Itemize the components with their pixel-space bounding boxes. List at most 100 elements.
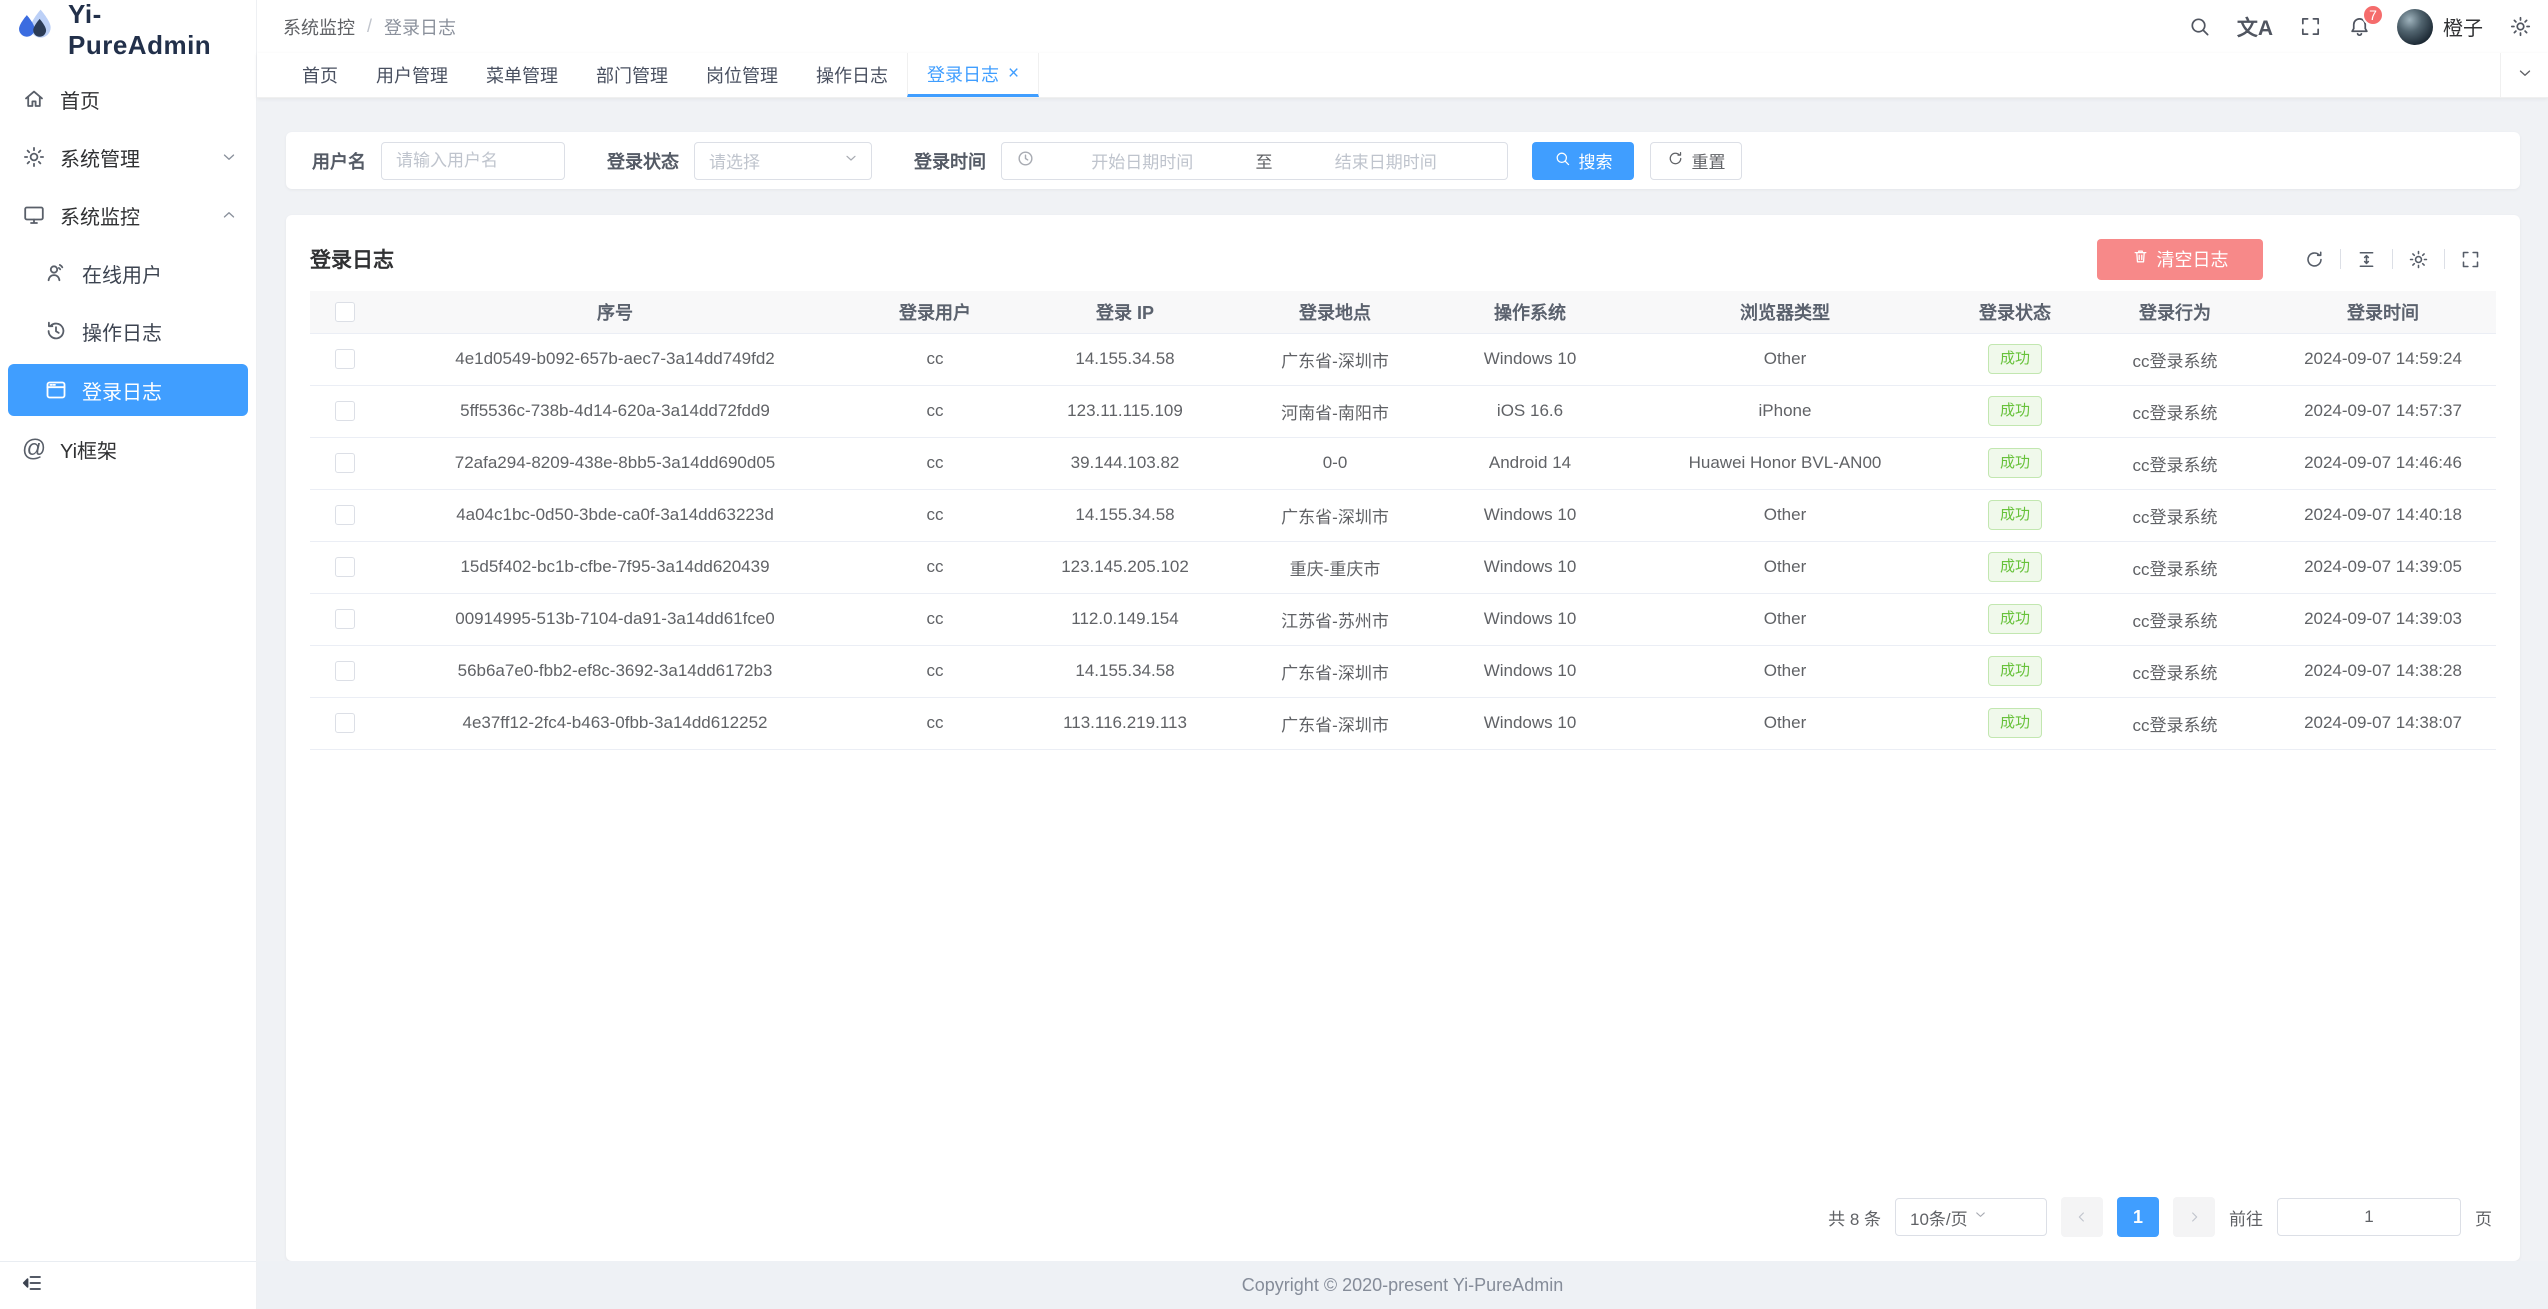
table-row[interactable]: 56b6a7e0-fbb2-ef8c-3692-3a14dd6172b3 cc … bbox=[310, 645, 2496, 697]
chevron-up-icon bbox=[220, 206, 238, 224]
cell-browser: Other bbox=[1620, 645, 1950, 697]
cell-id: 15d5f402-bc1b-cfbe-7f95-3a14dd620439 bbox=[380, 541, 850, 593]
page-size-select[interactable]: 10条/页 bbox=[1895, 1198, 2047, 1236]
sidebar-item-yi-framework[interactable]: @ Yi框架 bbox=[0, 420, 256, 478]
status-badge: 成功 bbox=[1988, 656, 2042, 686]
tab-login-log[interactable]: 登录日志 × bbox=[907, 53, 1039, 97]
username-input[interactable] bbox=[381, 142, 565, 180]
sidebar-item-online-users[interactable]: 在线用户 bbox=[0, 244, 256, 302]
row-checkbox[interactable] bbox=[335, 505, 355, 525]
status-badge: 成功 bbox=[1988, 344, 2042, 374]
sidebar-item-label: 系统监控 bbox=[60, 201, 206, 230]
cell-behavior: cc登录系统 bbox=[2080, 593, 2270, 645]
username-label: 用户名 bbox=[312, 148, 366, 174]
cell-browser: Other bbox=[1620, 593, 1950, 645]
cell-id: 4e37ff12-2fc4-b463-0fbb-3a14dd612252 bbox=[380, 697, 850, 749]
chevron-down-icon bbox=[2516, 64, 2534, 87]
notification-bell-icon[interactable]: 7 bbox=[2348, 15, 2371, 38]
cell-user: cc bbox=[850, 593, 1020, 645]
search-button[interactable]: 搜索 bbox=[1532, 142, 1634, 180]
window-icon bbox=[44, 378, 68, 402]
card-header: 登录日志 清空日志 bbox=[310, 235, 2496, 283]
clock-icon bbox=[1016, 149, 1035, 173]
select-placeholder: 请选择 bbox=[709, 148, 843, 173]
table-row[interactable]: 5ff5536c-738b-4d14-620a-3a14dd72fdd9 cc … bbox=[310, 385, 2496, 437]
row-checkbox[interactable] bbox=[335, 401, 355, 421]
translate-icon[interactable]: 文A bbox=[2237, 12, 2273, 42]
cell-location: 河南省-南阳市 bbox=[1230, 385, 1440, 437]
at-icon: @ bbox=[22, 437, 46, 461]
table-row[interactable]: 00914995-513b-7104-da91-3a14dd61fce0 cc … bbox=[310, 593, 2496, 645]
row-checkbox[interactable] bbox=[335, 453, 355, 473]
reset-button[interactable]: 重置 bbox=[1650, 142, 1742, 180]
refresh-table-icon[interactable] bbox=[2289, 249, 2340, 270]
tab-post-management[interactable]: 岗位管理 bbox=[687, 53, 797, 97]
cell-behavior: cc登录系统 bbox=[2080, 333, 2270, 385]
login-time-label: 登录时间 bbox=[914, 148, 986, 174]
page-number-button[interactable]: 1 bbox=[2117, 1197, 2159, 1237]
app-logo[interactable]: Yi-PureAdmin bbox=[0, 0, 256, 60]
tab-dept-management[interactable]: 部门管理 bbox=[577, 53, 687, 97]
tab-operation-log[interactable]: 操作日志 bbox=[797, 53, 907, 97]
close-icon[interactable]: × bbox=[1008, 63, 1019, 85]
table-row[interactable]: 4a04c1bc-0d50-3bde-ca0f-3a14dd63223d cc … bbox=[310, 489, 2496, 541]
settings-gear-icon[interactable] bbox=[2509, 15, 2532, 38]
breadcrumb-item[interactable]: 系统监控 bbox=[283, 14, 355, 40]
end-date-input[interactable]: 结束日期时间 bbox=[1279, 148, 1494, 173]
start-date-input[interactable]: 开始日期时间 bbox=[1035, 148, 1250, 173]
cell-status: 成功 bbox=[1950, 437, 2080, 489]
login-status-select[interactable]: 请选择 bbox=[694, 142, 872, 180]
cell-status: 成功 bbox=[1950, 385, 2080, 437]
table-row[interactable]: 4e1d0549-b092-657b-aec7-3a14dd749fd2 cc … bbox=[310, 333, 2496, 385]
clear-log-button[interactable]: 清空日志 bbox=[2097, 239, 2263, 280]
row-density-icon[interactable] bbox=[2341, 249, 2392, 270]
row-checkbox[interactable] bbox=[335, 557, 355, 577]
select-all-checkbox[interactable] bbox=[335, 302, 355, 322]
row-checkbox[interactable] bbox=[335, 661, 355, 681]
column-settings-icon[interactable] bbox=[2393, 249, 2444, 270]
column-header-os: 操作系统 bbox=[1440, 291, 1620, 333]
tab-menu-dropdown[interactable] bbox=[2500, 53, 2548, 97]
row-checkbox[interactable] bbox=[335, 713, 355, 733]
row-checkbox[interactable] bbox=[335, 609, 355, 629]
sidebar-item-login-log[interactable]: 登录日志 bbox=[8, 364, 248, 416]
cell-location: 广东省-深圳市 bbox=[1230, 697, 1440, 749]
page-content: 用户名 登录状态 请选择 登录时间 bbox=[257, 98, 2548, 1261]
search-icon[interactable] bbox=[2188, 15, 2211, 38]
cell-behavior: cc登录系统 bbox=[2080, 489, 2270, 541]
tab-label: 登录日志 bbox=[927, 61, 999, 87]
table-fullscreen-icon[interactable] bbox=[2445, 249, 2496, 270]
table-row[interactable]: 4e37ff12-2fc4-b463-0fbb-3a14dd612252 cc … bbox=[310, 697, 2496, 749]
fullscreen-icon[interactable] bbox=[2299, 15, 2322, 38]
search-icon bbox=[1554, 150, 1571, 172]
goto-page-input[interactable] bbox=[2277, 1198, 2461, 1236]
sidebar-item-home[interactable]: 首页 bbox=[0, 70, 256, 128]
user-menu[interactable]: 橙子 bbox=[2397, 9, 2483, 45]
cell-id: 56b6a7e0-fbb2-ef8c-3692-3a14dd6172b3 bbox=[380, 645, 850, 697]
cell-location: 广东省-深圳市 bbox=[1230, 333, 1440, 385]
sidebar-item-system-monitor[interactable]: 系统监控 bbox=[0, 186, 256, 244]
sidebar-item-system-management[interactable]: 系统管理 bbox=[0, 128, 256, 186]
tab-menu-management[interactable]: 菜单管理 bbox=[467, 53, 577, 97]
row-checkbox[interactable] bbox=[335, 349, 355, 369]
sidebar-menu: 首页 系统管理 系统监控 bbox=[0, 60, 256, 1261]
status-badge: 成功 bbox=[1988, 552, 2042, 582]
cell-ip: 39.144.103.82 bbox=[1020, 437, 1230, 489]
page-size-value: 10条/页 bbox=[1910, 1205, 1973, 1230]
collapse-sidebar-icon[interactable] bbox=[20, 1271, 44, 1300]
table-toolbar: 清空日志 bbox=[2097, 239, 2496, 280]
date-range-picker[interactable]: 开始日期时间 至 结束日期时间 bbox=[1001, 142, 1508, 180]
table-row[interactable]: 15d5f402-bc1b-cfbe-7f95-3a14dd620439 cc … bbox=[310, 541, 2496, 593]
column-header-ip: 登录 IP bbox=[1020, 291, 1230, 333]
cell-ip: 113.116.219.113 bbox=[1020, 697, 1230, 749]
sidebar-item-operation-log[interactable]: 操作日志 bbox=[0, 302, 256, 360]
prev-page-button[interactable] bbox=[2061, 1197, 2103, 1237]
tab-home[interactable]: 首页 bbox=[283, 53, 357, 97]
table-row[interactable]: 72afa294-8209-438e-8bb5-3a14dd690d05 cc … bbox=[310, 437, 2496, 489]
cell-status: 成功 bbox=[1950, 593, 2080, 645]
cell-time: 2024-09-07 14:39:05 bbox=[2270, 541, 2496, 593]
cell-location: 江苏省-苏州市 bbox=[1230, 593, 1440, 645]
next-page-button[interactable] bbox=[2173, 1197, 2215, 1237]
tab-user-management[interactable]: 用户管理 bbox=[357, 53, 467, 97]
cell-time: 2024-09-07 14:38:28 bbox=[2270, 645, 2496, 697]
